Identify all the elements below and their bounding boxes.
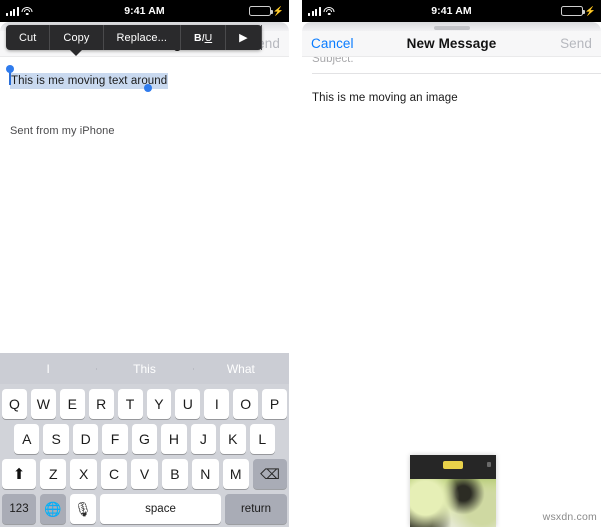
key-z[interactable]: Z: [40, 459, 67, 489]
callout-pointer-arrow: [69, 49, 83, 56]
keyboard-row-3: ⬆ Z X C V B N M ⌫: [0, 459, 289, 489]
key-f[interactable]: F: [102, 424, 128, 454]
selection-handle-start[interactable]: [6, 64, 14, 73]
right-phone-screenshot: 9:41 AM ⚡ Cancel New Message Send Subjec…: [302, 0, 601, 527]
lightning-bolt-icon: ⚡: [272, 5, 284, 16]
key-c[interactable]: C: [100, 459, 128, 489]
thumbnail-status-bar: [410, 455, 496, 479]
key-k[interactable]: K: [220, 424, 246, 454]
status-bar-right: ⚡: [560, 0, 596, 22]
keyboard-suggestion-bar: I This What: [0, 353, 289, 384]
compose-body: Cut Copy Replace... BIU ▶ This is me mov…: [0, 25, 289, 329]
key-v[interactable]: V: [131, 459, 158, 489]
callout-more-arrow-icon[interactable]: ▶: [226, 25, 262, 50]
keyboard-row-1: Q W E R T Y U I O P: [0, 389, 289, 419]
subject-field[interactable]: Subject:: [302, 57, 601, 73]
callout-format-button[interactable]: BIU: [181, 25, 227, 50]
dragged-image-thumbnail[interactable]: [410, 455, 496, 527]
sheet-top-cap: [302, 22, 601, 31]
status-bar-time: 9:41 AM: [124, 5, 165, 17]
key-s[interactable]: S: [43, 424, 69, 454]
return-key[interactable]: return: [225, 494, 287, 524]
key-i[interactable]: I: [204, 389, 230, 419]
microphone-icon: 🎙: [74, 501, 92, 517]
status-bar: 9:41 AM ⚡: [0, 0, 289, 22]
message-body-text[interactable]: This is me moving an image: [302, 74, 601, 104]
phone-separator-gap: [289, 0, 302, 527]
key-q[interactable]: Q: [1, 389, 27, 419]
status-bar-right: ⚡: [248, 0, 284, 22]
screenshot-stage: 9:41 AM ⚡ Cancel New Message Send Cut Co…: [0, 0, 601, 527]
selected-text-region: Cut Copy Replace... BIU ▶ This is me mov…: [0, 25, 289, 92]
key-d[interactable]: D: [72, 424, 99, 454]
key-m[interactable]: M: [222, 459, 249, 489]
suggestion-2[interactable]: What: [192, 362, 289, 376]
key-n[interactable]: N: [192, 459, 219, 489]
key-b[interactable]: B: [161, 459, 189, 489]
shift-arrow-icon: ⬆: [12, 465, 26, 483]
key-r[interactable]: R: [88, 389, 114, 419]
text-selection-callout-menu: Cut Copy Replace... BIU ▶: [6, 25, 262, 56]
key-a[interactable]: A: [14, 424, 40, 454]
keyboard-row-2: A S D F G H J K L: [0, 424, 289, 454]
status-bar-time: 9:41 AM: [431, 5, 472, 17]
callout-replace-button[interactable]: Replace...: [104, 25, 182, 50]
thumbnail-yellow-badge: [443, 461, 463, 469]
key-p[interactable]: P: [262, 389, 288, 419]
suggestion-0[interactable]: I: [0, 362, 96, 376]
thumbnail-photo-content: [410, 479, 496, 527]
key-h[interactable]: H: [161, 424, 187, 454]
page-title: New Message: [406, 36, 497, 51]
globe-icon: 🌐: [44, 501, 62, 517]
key-y[interactable]: Y: [146, 389, 172, 419]
underline-glyph: U: [204, 31, 213, 44]
selection-handle-end[interactable]: [144, 84, 152, 92]
bold-glyph: B: [194, 31, 202, 44]
key-e[interactable]: E: [59, 389, 85, 419]
backspace-icon: ⌫: [260, 466, 280, 482]
battery-icon: [248, 6, 273, 16]
software-keyboard: I This What Q W E R T Y U I O P A S D F …: [0, 353, 289, 527]
lightning-bolt-icon: ⚡: [584, 5, 596, 16]
delete-key[interactable]: ⌫: [252, 459, 287, 489]
key-o[interactable]: O: [233, 389, 259, 419]
left-phone-screenshot: 9:41 AM ⚡ Cancel New Message Send Cut Co…: [0, 0, 289, 527]
suggestion-1[interactable]: This: [96, 362, 192, 376]
callout-copy-button[interactable]: Copy: [50, 25, 104, 50]
shift-key[interactable]: ⬆: [2, 459, 37, 489]
key-j[interactable]: J: [190, 424, 217, 454]
status-bar: 9:41 AM ⚡: [302, 0, 601, 22]
selection-caret-left: [9, 71, 11, 85]
key-w[interactable]: W: [30, 389, 56, 419]
compose-sheet: Cancel New Message Send Cut Copy Replace…: [0, 22, 289, 527]
keyboard-row-4: 123 🌐 🎙 space return: [0, 494, 289, 524]
callout-cut-button[interactable]: Cut: [6, 25, 51, 50]
subject-placeholder: Subject:: [312, 57, 354, 65]
space-key[interactable]: space: [100, 494, 221, 524]
navigation-bar: Cancel New Message Send: [302, 31, 601, 57]
dictation-key[interactable]: 🎙: [70, 494, 96, 524]
key-u[interactable]: U: [175, 389, 201, 419]
watermark: wsxdn.com: [542, 511, 597, 523]
key-x[interactable]: X: [70, 459, 97, 489]
thumbnail-corner-dot: [487, 462, 491, 467]
sheet-grabber-handle[interactable]: [433, 26, 470, 30]
numbers-key[interactable]: 123: [2, 494, 36, 524]
compose-sheet: Cancel New Message Send Subject: This is…: [302, 22, 601, 527]
globe-key[interactable]: 🌐: [40, 494, 66, 524]
key-l[interactable]: L: [249, 424, 275, 454]
battery-icon: [560, 6, 585, 16]
key-t[interactable]: T: [117, 389, 143, 419]
email-signature[interactable]: Sent from my iPhone: [0, 89, 289, 137]
key-g[interactable]: G: [131, 424, 158, 454]
